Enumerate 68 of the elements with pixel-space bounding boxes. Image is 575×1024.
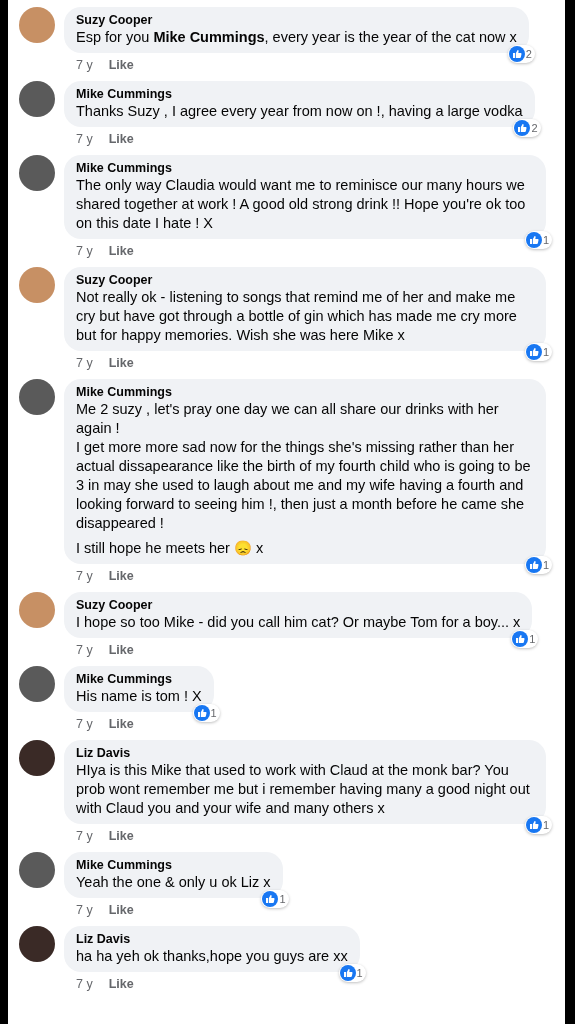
- comment-time: 7 y: [76, 716, 93, 733]
- avatar-placeholder[interactable]: [19, 155, 55, 191]
- avatar-placeholder[interactable]: [19, 81, 55, 117]
- thumbs-up-icon: [262, 891, 279, 907]
- reaction-badge[interactable]: 1: [261, 890, 289, 908]
- author-name[interactable]: Mike Cummings: [76, 160, 534, 176]
- like-link[interactable]: Like: [108, 243, 134, 260]
- comment-time: 7 y: [76, 568, 93, 585]
- like-link[interactable]: Like: [108, 57, 134, 74]
- author-name[interactable]: Mike Cummings: [76, 384, 534, 400]
- comment-time: 7 y: [76, 131, 93, 148]
- comment-text: Thanks Suzy , I agree every year from now on !, having a large vodka: [76, 102, 523, 121]
- comment-time: 7 y: [76, 902, 93, 919]
- comment-time: 7 y: [76, 57, 93, 74]
- like-link[interactable]: Like: [108, 131, 134, 148]
- like-link[interactable]: Like: [108, 976, 134, 993]
- comment-time: 7 y: [76, 355, 93, 372]
- reaction-badge[interactable]: 1: [511, 630, 539, 648]
- like-link[interactable]: Like: [108, 828, 134, 845]
- thumbs-up-icon: [514, 120, 531, 136]
- comment-text: Not really ok - listening to songs that remind me of her and make me cry but have got through a bottle of gin which has made me cry more but for happy memories. Wish she was here Mike x: [76, 288, 518, 345]
- reaction-badge[interactable]: 1: [192, 704, 220, 722]
- avatar-placeholder[interactable]: [19, 379, 55, 415]
- comment-time: 7 y: [76, 828, 93, 845]
- comment-text: I still hope he meets her 😞 x: [76, 539, 265, 558]
- reaction-badge[interactable]: 1: [524, 556, 552, 574]
- thumbs-up-icon: [525, 557, 542, 573]
- like-link[interactable]: Like: [108, 716, 134, 733]
- comment-time: 7 y: [76, 642, 93, 659]
- comment-text: Esp for you Mike Cummings, every year is the year of the cat now x: [76, 28, 517, 47]
- avatar-placeholder[interactable]: [19, 740, 55, 776]
- comment-text: Me 2 suzy , let's pray one day we can all share our drinks with her again ! I get more more sad now for the things she's missing rather than her actual dissapearance like the birth of my fourth child who is going to be 3 in may she used to laugh about me and my wife having a fourth and looking forward to seeing him !, then just a month before he came she disappeared !: [76, 400, 532, 533]
- author-name[interactable]: Suzy Cooper: [76, 272, 534, 288]
- thumbs-up-icon: [193, 705, 210, 721]
- reaction-badge[interactable]: 2: [513, 119, 541, 137]
- like-link[interactable]: Like: [108, 568, 134, 585]
- comment-text: The only way Claudia would want me to reminisce our many hours we shared together at work ! A good old strong drink !! Hope you're ok too on this date I hate ! X: [76, 176, 527, 233]
- reaction-badge[interactable]: 2: [507, 45, 535, 63]
- like-link[interactable]: Like: [108, 902, 134, 919]
- comment-text: ha ha yeh ok thanks,hope you guys are xx: [76, 947, 348, 966]
- avatar-placeholder[interactable]: [19, 852, 55, 888]
- reaction-badge[interactable]: 1: [524, 816, 552, 834]
- comment-text: I hope so too Mike - did you call him cat? Or maybe Tom for a boy... x: [76, 613, 521, 632]
- author-name[interactable]: Mike Cummings: [76, 857, 271, 873]
- author-name[interactable]: Mike Cummings: [76, 671, 202, 687]
- thumbs-up-icon: [525, 344, 542, 360]
- like-link[interactable]: Like: [108, 642, 134, 659]
- like-link[interactable]: Like: [108, 355, 134, 372]
- reaction-badge[interactable]: 1: [524, 343, 552, 361]
- comment-text: Yeah the one & only u ok Liz x: [76, 873, 271, 892]
- reaction-badge[interactable]: 1: [524, 231, 552, 249]
- author-name[interactable]: Mike Cummings: [76, 86, 523, 102]
- thumbs-up-icon: [508, 46, 525, 62]
- comment-text: HIya is this Mike that used to work with Claud at the monk bar? You prob wont remember me but i remember having many a good night out with Claud you and your wife and many others x: [76, 761, 531, 818]
- comment-text: His name is tom ! X: [76, 687, 202, 706]
- thumbs-up-icon: [512, 631, 529, 647]
- author-name[interactable]: Suzy Cooper: [76, 597, 521, 613]
- author-name[interactable]: Liz Davis: [76, 745, 534, 761]
- author-name[interactable]: Liz Davis: [76, 931, 348, 947]
- reaction-badge[interactable]: 1: [338, 964, 366, 982]
- author-name[interactable]: Suzy Cooper: [76, 12, 517, 28]
- comment-time: 7 y: [76, 976, 93, 993]
- thumbs-up-icon: [339, 965, 356, 981]
- avatar-placeholder[interactable]: [19, 666, 55, 702]
- thumbs-up-icon: [525, 232, 542, 248]
- thumbs-up-icon: [525, 817, 542, 833]
- avatar-placeholder[interactable]: [19, 926, 55, 962]
- comment-time: 7 y: [76, 243, 93, 260]
